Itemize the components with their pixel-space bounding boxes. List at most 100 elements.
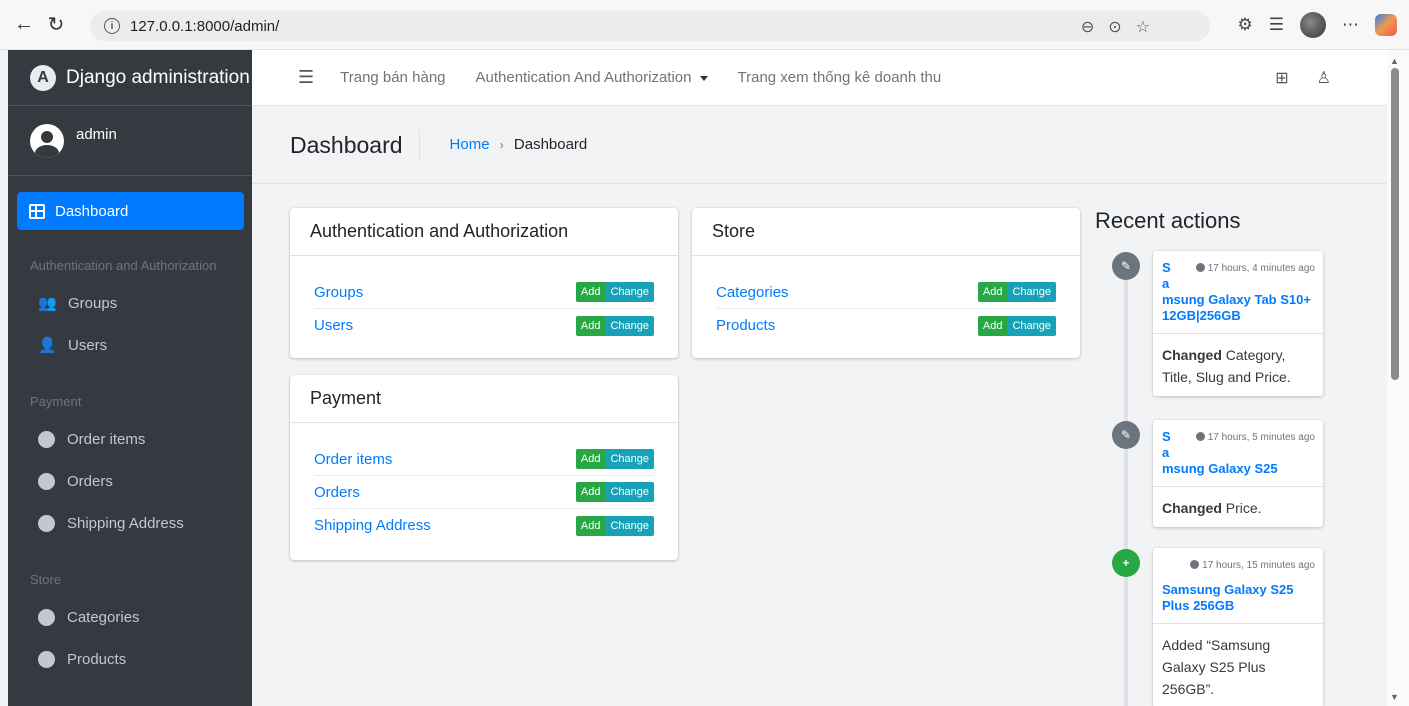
menu-dots-icon[interactable]: ⋯ [1342,15,1359,35]
favorites-icon[interactable]: ☰ [1269,15,1284,35]
page-title: Dashboard [290,129,420,160]
model-row-groups: Groups Add Change [314,276,654,309]
content-header: Dashboard Home › Dashboard [252,106,1387,184]
nav-dropdown-label: Authentication And Authorization [475,69,692,86]
add-button[interactable]: Add [575,282,606,302]
user-account-icon[interactable]: ♙ [1317,68,1331,88]
favorite-star-icon[interactable]: ☆ [1136,17,1150,37]
model-row-orders: Orders Add Change [314,476,654,509]
address-bar[interactable]: i 127.0.0.1:8000/admin/ ⊖ ⊙ ☆ [90,11,1210,41]
sidebar-item-label: Categories [67,608,140,626]
sidebar-item-orders[interactable]: Orders [8,460,252,502]
model-row-users: Users Add Change [314,309,654,342]
profile-avatar[interactable] [1300,12,1326,38]
apps-grid-icon[interactable]: ⊞ [1275,68,1288,88]
add-plus-icon: + [1112,549,1140,577]
user-icon: 👤 [38,337,57,354]
more-options-icon[interactable]: ⊙ [1108,17,1121,37]
brand-link[interactable]: A Django administration [8,50,252,106]
recent-action-detail: Changed Category, Title, Slug and Price. [1153,334,1323,396]
change-button[interactable]: Change [605,482,654,502]
caret-down-icon [699,75,708,81]
reload-icon[interactable]: ↻ [42,11,70,39]
model-link-users[interactable]: Users [314,317,353,334]
add-button[interactable]: Add [575,449,606,469]
recent-action-time: 17 hours, 15 minutes ago [1190,560,1315,571]
breadcrumb-home-link[interactable]: Home [450,136,490,153]
sidebar-item-label: Dashboard [55,202,129,220]
clock-icon [1190,560,1200,569]
sidebar-item-products[interactable]: Products [8,638,252,680]
sidebar-item-users[interactable]: 👤 Users [8,324,252,366]
dashboard-grid-icon [29,203,45,219]
breadcrumb: Home › Dashboard [450,136,588,153]
model-link-categories[interactable]: Categories [716,284,789,301]
change-button[interactable]: Change [605,515,654,536]
recent-action-item: S a msung Galaxy S25 17 hours, 5 minutes… [1153,420,1323,527]
recent-action-detail: Changed Price. [1153,487,1323,527]
model-row-shipping-address: Shipping Address Add Change [314,509,654,542]
action-verb: Changed [1162,347,1222,363]
zoom-icon[interactable]: ⊖ [1081,17,1094,37]
change-button[interactable]: Change [1007,315,1056,336]
circle-icon [38,514,55,532]
copilot-icon[interactable] [1375,14,1397,36]
page-scrollbar[interactable]: ▲ ▼ [1387,50,1409,706]
scroll-thumb[interactable] [1391,68,1399,380]
add-button[interactable]: Add [575,515,606,536]
add-button[interactable]: Add [575,315,606,336]
url-text: 127.0.0.1:8000/admin/ [130,17,280,35]
sidebar-header-auth: Authentication and Authorization [30,257,217,273]
time-text: 17 hours, 15 minutes ago [1202,560,1315,571]
site-info-icon[interactable]: i [104,18,120,34]
timeline-line [1124,252,1128,706]
browser-right-actions: ⚙ ☰ ⋯ [1238,12,1397,38]
extensions-icon[interactable]: ⚙ [1238,15,1253,35]
scroll-up-icon[interactable]: ▲ [1390,56,1399,66]
model-link-groups[interactable]: Groups [314,284,363,301]
sidebar-item-dashboard[interactable]: Dashboard [17,192,244,230]
hamburger-menu-icon[interactable]: ☰ [298,67,314,88]
sidebar-item-label: Orders [67,472,113,490]
sidebar-item-label: Order items [67,430,146,448]
model-link-shipping-address[interactable]: Shipping Address [314,517,431,534]
sidebar-header-store: Store [30,571,62,587]
breadcrumb-current: Dashboard [513,136,588,153]
change-button[interactable]: Change [605,449,654,469]
sidebar-item-categories[interactable]: Categories [8,596,252,638]
action-detail-text: Price. [1221,500,1262,516]
edit-icon: ✎ [1112,421,1140,449]
add-button[interactable]: Add [977,282,1008,302]
sidebar-item-groups[interactable]: 👥 Groups [8,282,252,324]
nav-dropdown-auth[interactable]: Authentication And Authorization [476,69,708,86]
django-logo-icon: A [30,64,56,91]
scroll-down-icon[interactable]: ▼ [1390,692,1399,702]
recent-action-time: 17 hours, 4 minutes ago [1195,263,1315,274]
model-link-products[interactable]: Products [716,317,775,334]
circle-icon [38,472,55,490]
back-arrow-icon[interactable]: ← [10,11,38,39]
object-text-line: a [1162,276,1170,291]
model-link-orders[interactable]: Orders [314,484,360,501]
sidebar-item-label: Groups [68,294,118,312]
clock-icon [1195,432,1205,441]
circle-icon [38,430,55,448]
clock-icon [1195,263,1205,272]
change-button[interactable]: Change [605,282,654,302]
nav-link-shop[interactable]: Trang bán hàng [340,69,445,86]
nav-link-revenue-stats[interactable]: Trang xem thống kê doanh thu [738,69,942,86]
add-button[interactable]: Add [977,315,1008,336]
recent-action-object-link[interactable]: Samsung Galaxy S25 Plus 256GB [1162,582,1315,614]
object-text-line: msung Galaxy Tab S10+ 12GB|256GB [1162,292,1311,323]
change-button[interactable]: Change [605,315,654,336]
model-link-order-items[interactable]: Order items [314,451,392,468]
app-card-payment: Payment Order items Add Change Orders Add… [290,375,678,560]
sidebar-item-order-items[interactable]: Order items [8,418,252,460]
change-button[interactable]: Change [1007,282,1056,302]
model-row-order-items: Order items Add Change [314,443,654,476]
user-panel[interactable]: admin [8,106,252,176]
sidebar-item-shipping-address[interactable]: Shipping Address [8,502,252,544]
add-button[interactable]: Add [575,482,606,502]
address-bar-actions: ⊖ ⊙ ☆ [1081,17,1150,37]
model-row-categories: Categories Add Change [716,276,1056,309]
